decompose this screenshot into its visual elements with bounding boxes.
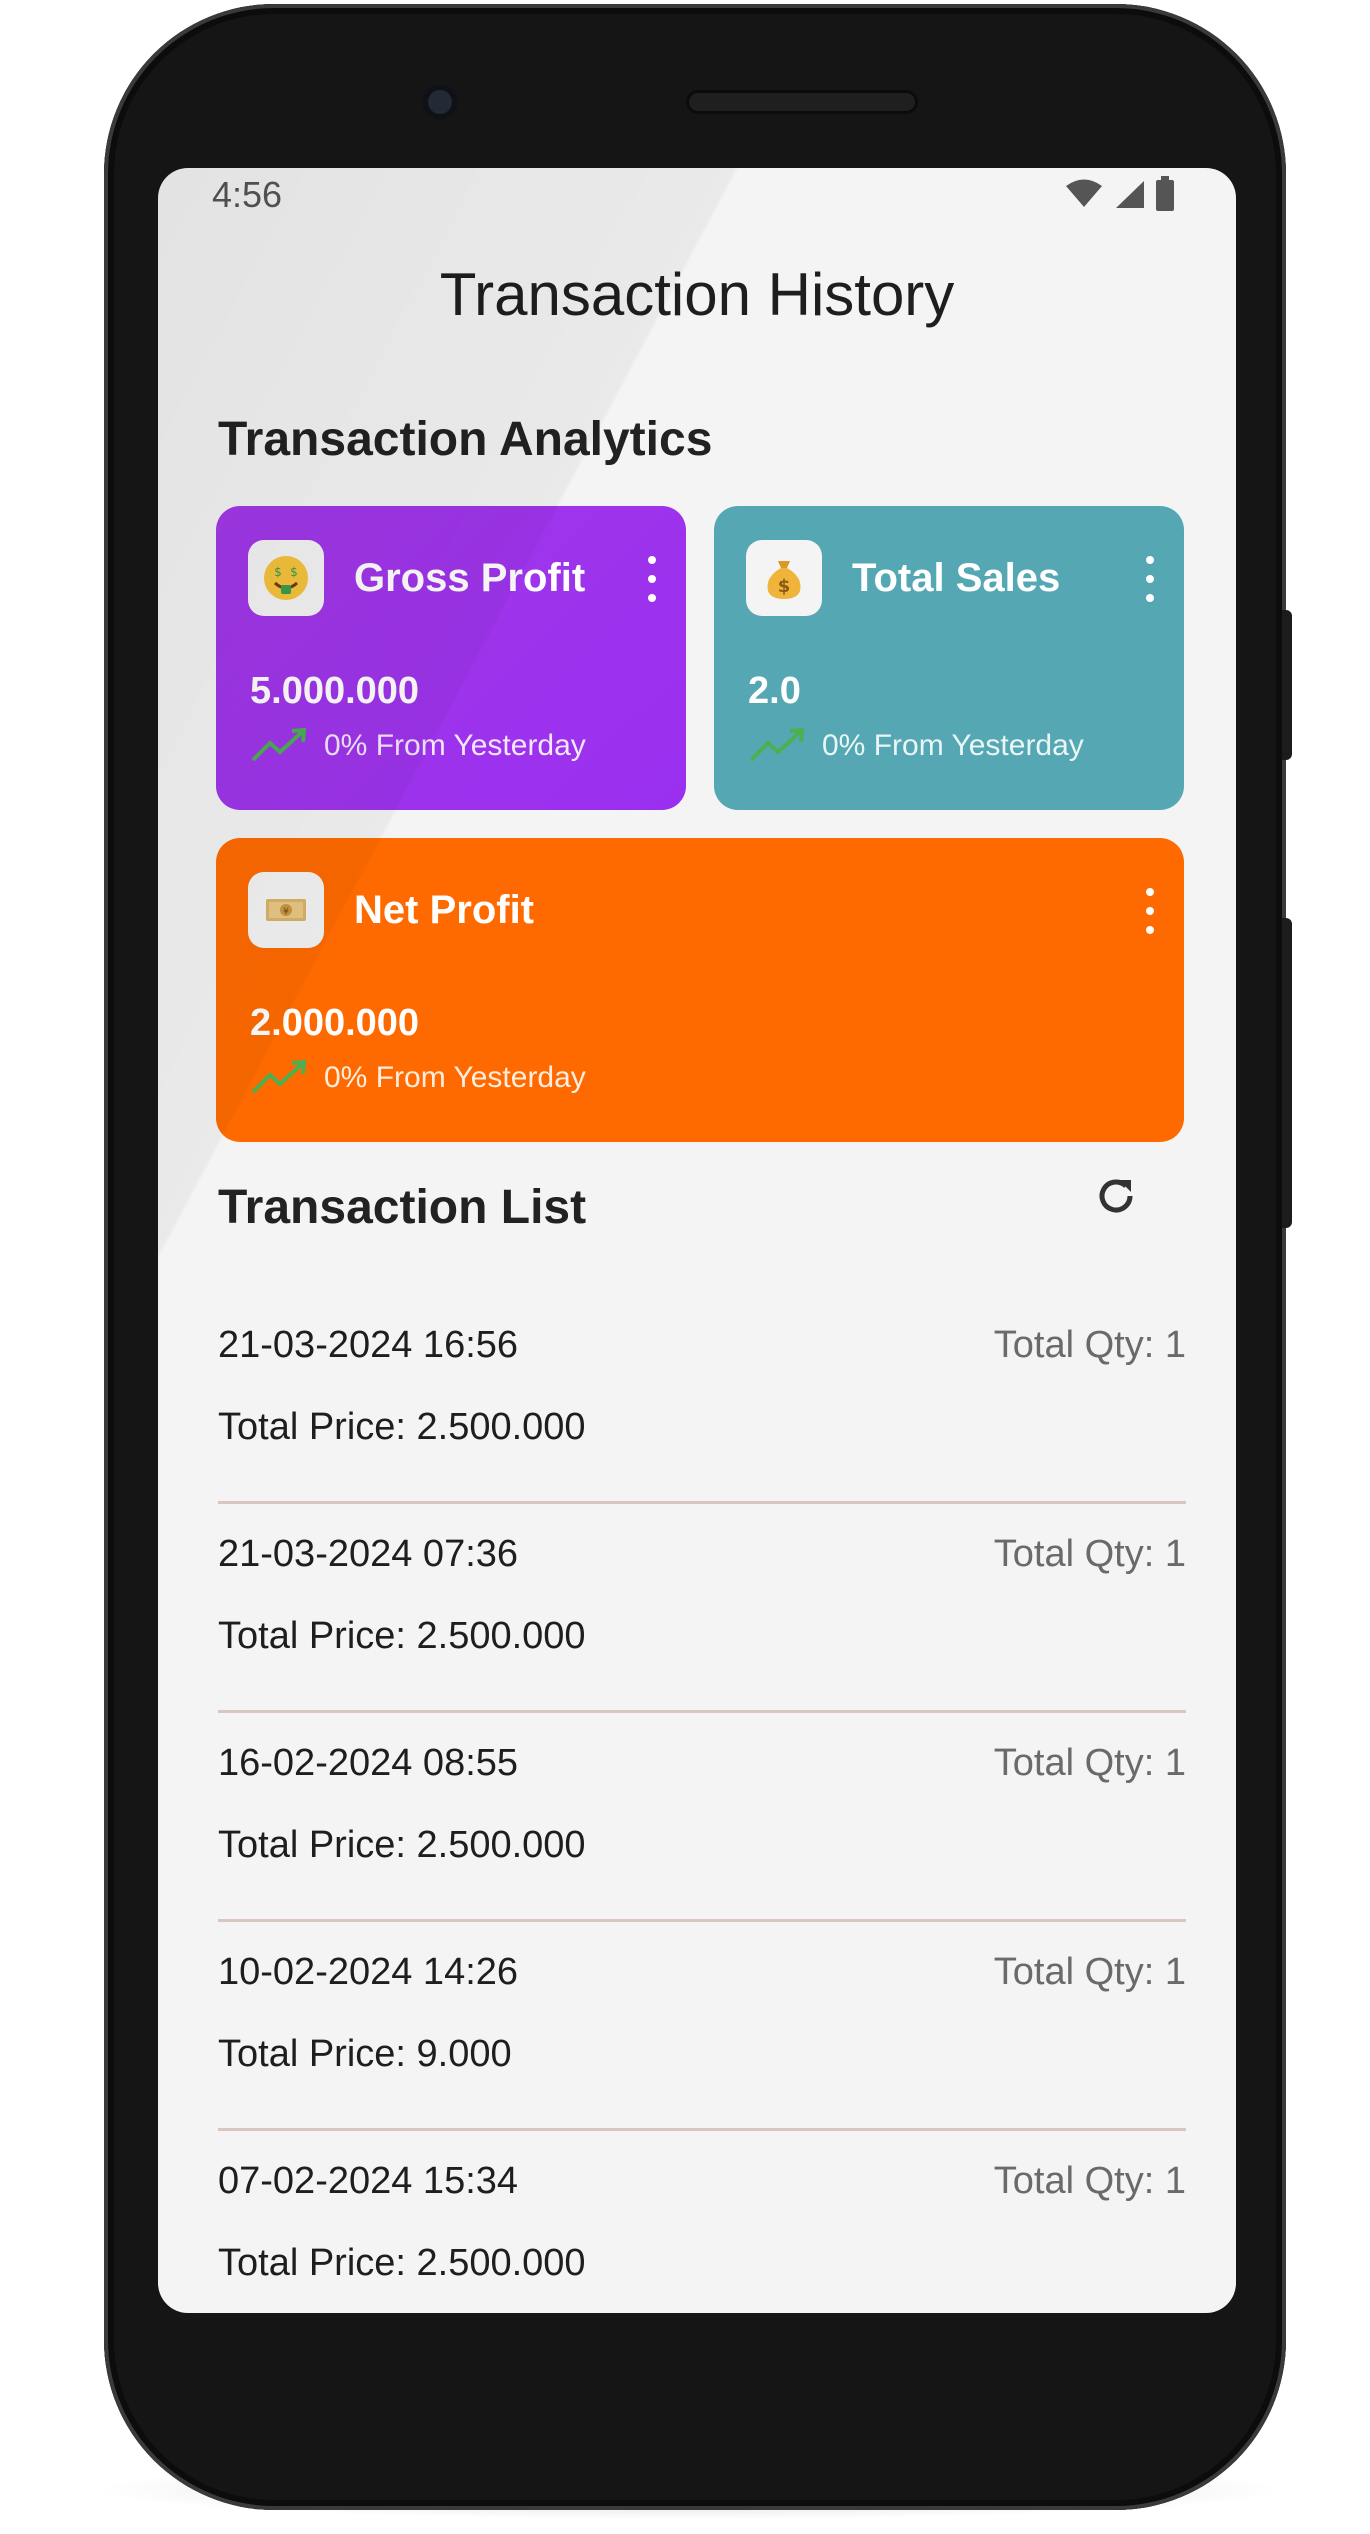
divider bbox=[218, 2128, 1186, 2131]
divider bbox=[218, 1501, 1186, 1504]
divider bbox=[218, 1919, 1186, 1922]
transaction-row[interactable]: 07-02-2024 15:34 Total Qty: 1 Total Pric… bbox=[218, 2132, 1186, 2313]
front-camera bbox=[422, 84, 458, 120]
svg-text:$: $ bbox=[290, 565, 298, 579]
transaction-qty: Total Qty: 1 bbox=[993, 1533, 1186, 1575]
battery-icon bbox=[1156, 176, 1174, 211]
card-trend: 0% From Yesterday bbox=[250, 728, 586, 764]
transaction-price: Total Price: 2.500.000 bbox=[218, 1615, 586, 1657]
analytics-section-title: Transaction Analytics bbox=[218, 413, 713, 466]
card-trend-text: 0% From Yesterday bbox=[324, 1061, 586, 1094]
transaction-qty: Total Qty: 1 bbox=[993, 1324, 1186, 1366]
card-trend: 0% From Yesterday bbox=[748, 728, 1084, 764]
refresh-icon bbox=[1099, 1179, 1133, 1213]
refresh-button[interactable] bbox=[1088, 1168, 1144, 1224]
card-trend-text: 0% From Yesterday bbox=[324, 729, 586, 762]
transaction-date: 21-03-2024 16:56 bbox=[218, 1324, 519, 1366]
power-button bbox=[1282, 610, 1292, 760]
transaction-qty: Total Qty: 1 bbox=[993, 2160, 1186, 2202]
money-mouth-face-icon: $ $ bbox=[248, 540, 324, 616]
transaction-date: 07-02-2024 15:34 bbox=[218, 2160, 519, 2202]
yen-banknote-icon: ¥ bbox=[248, 872, 324, 948]
divider bbox=[218, 1710, 1186, 1713]
earpiece-speaker bbox=[686, 90, 918, 114]
card-trend-text: 0% From Yesterday bbox=[822, 729, 1084, 762]
transaction-date: 10-02-2024 14:26 bbox=[218, 1951, 519, 1993]
device-stage: 4:56 Transaction History Transaction Ana… bbox=[0, 0, 1370, 2534]
transaction-row[interactable]: 21-03-2024 07:36 Total Qty: 1 Total Pric… bbox=[218, 1505, 1186, 1713]
status-time: 4:56 bbox=[212, 174, 283, 215]
more-vert-icon[interactable] bbox=[1140, 888, 1160, 934]
app-screen: 4:56 Transaction History Transaction Ana… bbox=[158, 168, 1236, 2313]
transaction-price: Total Price: 2.500.000 bbox=[218, 1406, 586, 1448]
net-profit-card[interactable]: ¥ Net Profit 2.000.000 0% From Yesterday bbox=[216, 838, 1184, 1142]
cell-signal-icon bbox=[1116, 181, 1144, 208]
card-value: 2.000.000 bbox=[250, 1002, 420, 1044]
transaction-list-title: Transaction List bbox=[218, 1181, 587, 1234]
trending-up-icon bbox=[251, 1060, 307, 1094]
trending-up-icon bbox=[251, 728, 307, 762]
transaction-row[interactable]: 21-03-2024 16:56 Total Qty: 1 Total Pric… bbox=[218, 1296, 1186, 1504]
money-bag-icon: $ bbox=[746, 540, 822, 616]
card-label: Gross Profit bbox=[354, 556, 586, 600]
volume-button bbox=[1282, 918, 1292, 1228]
svg-text:$: $ bbox=[778, 576, 791, 597]
wifi-icon bbox=[1066, 179, 1102, 207]
card-value: 2.0 bbox=[748, 670, 801, 712]
more-vert-icon[interactable] bbox=[642, 556, 662, 602]
transaction-price: Total Price: 2.500.000 bbox=[218, 1824, 586, 1866]
transaction-price: Total Price: 9.000 bbox=[218, 2033, 512, 2075]
total-sales-card[interactable]: $ Total Sales 2.0 0% From Yesterday bbox=[714, 506, 1184, 810]
transaction-qty: Total Qty: 1 bbox=[993, 1951, 1186, 1993]
gross-profit-card[interactable]: $ $ Gross Profit 5.000.000 0% From Yeste… bbox=[216, 506, 686, 810]
transaction-date: 21-03-2024 07:36 bbox=[218, 1533, 519, 1575]
transaction-row[interactable]: 10-02-2024 14:26 Total Qty: 1 Total Pric… bbox=[218, 1923, 1186, 2131]
more-vert-icon[interactable] bbox=[1140, 556, 1160, 602]
svg-text:$: $ bbox=[274, 565, 282, 579]
page-title: Transaction History bbox=[439, 261, 955, 328]
status-icons bbox=[1064, 176, 1176, 212]
transaction-date: 16-02-2024 08:55 bbox=[218, 1742, 519, 1784]
transaction-qty: Total Qty: 1 bbox=[993, 1742, 1186, 1784]
trending-up-icon bbox=[749, 728, 805, 762]
card-trend: 0% From Yesterday bbox=[250, 1060, 586, 1096]
svg-text:¥: ¥ bbox=[283, 907, 289, 917]
card-value: 5.000.000 bbox=[250, 670, 420, 712]
transaction-row[interactable]: 16-02-2024 08:55 Total Qty: 1 Total Pric… bbox=[218, 1714, 1186, 1922]
status-bar: 4:56 bbox=[158, 168, 1236, 224]
card-label: Net Profit bbox=[354, 888, 534, 932]
transaction-price: Total Price: 2.500.000 bbox=[218, 2242, 586, 2284]
card-label: Total Sales bbox=[852, 556, 1061, 600]
